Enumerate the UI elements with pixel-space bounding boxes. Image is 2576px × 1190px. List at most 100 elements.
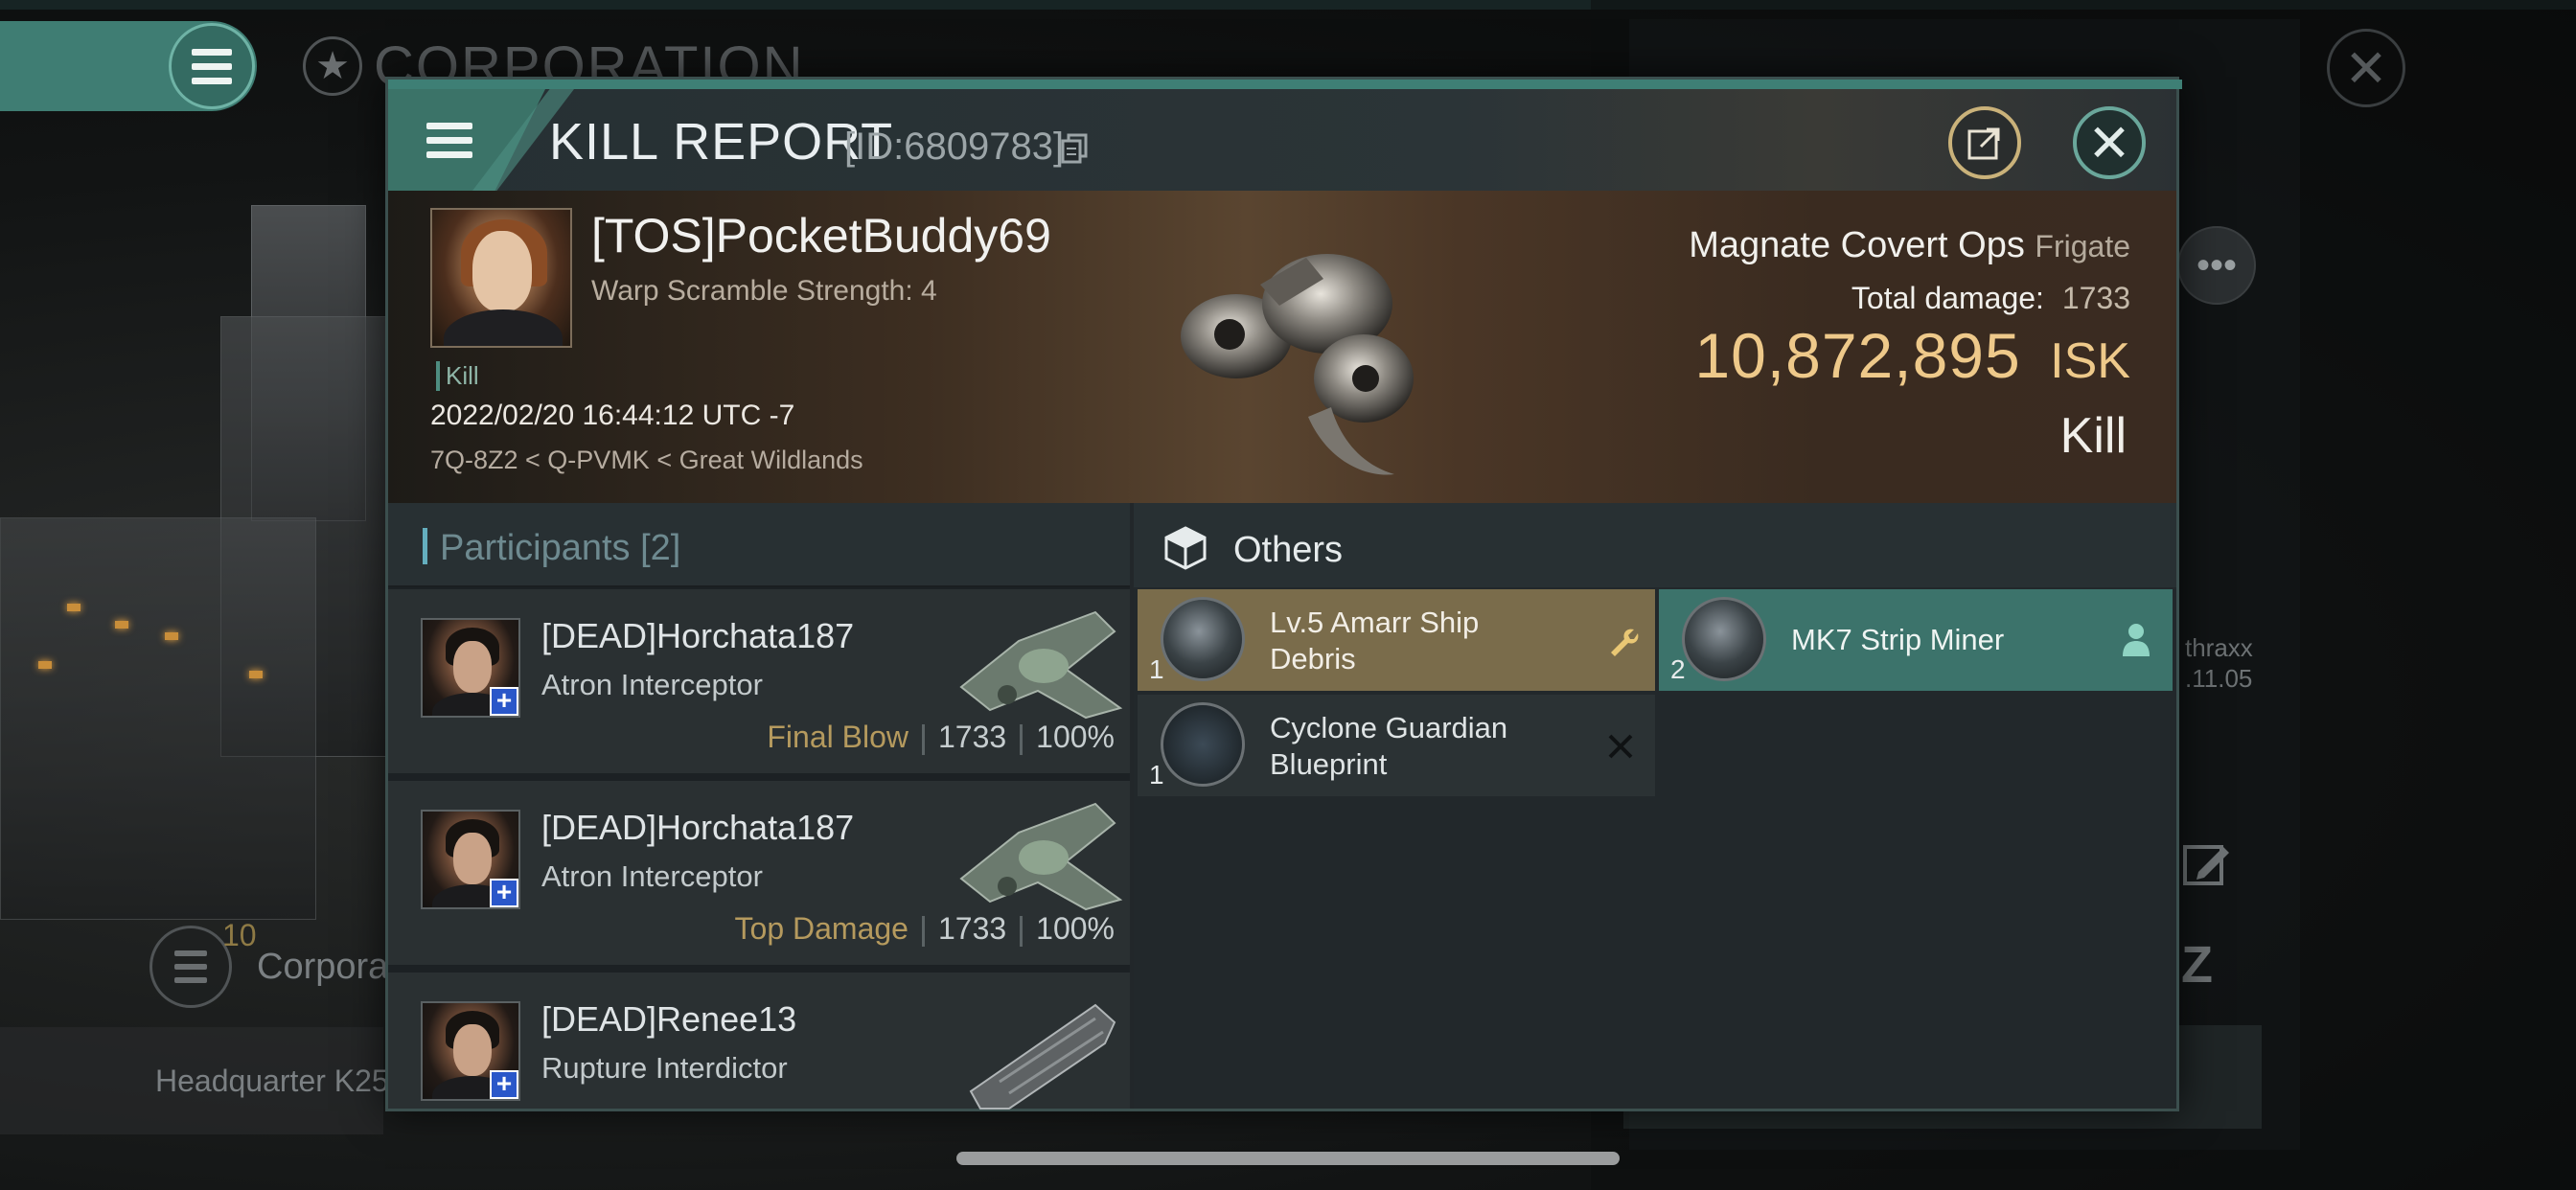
bg-edit-icon[interactable] <box>2181 839 2231 889</box>
participant-ship: Atron Interceptor <box>541 668 763 701</box>
victim-avatar[interactable] <box>430 208 572 348</box>
bg-corp-label: Corpora <box>257 947 389 987</box>
bg-close-icon[interactable]: ✕ <box>2327 29 2405 107</box>
participant-row[interactable]: + [DEAD]Horchata187 Atron Interceptor Fi… <box>388 589 1130 777</box>
close-icon: ✕ <box>2087 114 2131 172</box>
kill-report-modal: KILL REPORT [ID:6809783] ✕ [TOS]PocketBu… <box>385 77 2182 1111</box>
bg-more-options-icon[interactable]: ••• <box>2177 226 2256 305</box>
ship-class: Frigate <box>2035 229 2130 263</box>
item-label-line2: Debris <box>1270 642 1356 675</box>
participant-ship: Atron Interceptor <box>541 859 763 893</box>
participant-percent: 100% <box>1036 911 1115 946</box>
loot-item[interactable]: 1 Cyclone Guardian Blueprint <box>1138 695 1655 796</box>
participants-header[interactable]: Participants [2] <box>388 503 1130 587</box>
report-id: [ID:6809783] <box>844 126 1065 168</box>
participant-ship-image <box>969 1003 1116 1110</box>
participant-avatar[interactable]: + <box>421 1001 520 1101</box>
bg-light <box>38 661 52 669</box>
participant-stats: Final Blow 1733 100% <box>767 720 1115 755</box>
isk-unit: ISK <box>2050 333 2130 389</box>
warp-scramble-strength: Warp Scramble Strength: 4 <box>591 275 937 307</box>
participant-damage: 1733 <box>937 720 1007 754</box>
isk-value: 10,872,895 <box>1694 320 2021 391</box>
item-thumbnail <box>1682 597 1766 681</box>
loot-item[interactable]: 2 MK7 Strip Miner <box>1659 589 2173 691</box>
bg-side-date-text: .11.05 <box>2185 664 2253 693</box>
victim-name[interactable]: [TOS]PocketBuddy69 <box>591 208 1051 263</box>
participant-stats: Top Damage 1733 100% <box>735 911 1115 947</box>
bg-corp-menu-icon[interactable] <box>150 926 232 1008</box>
kill-location[interactable]: 7Q-8Z2 < Q-PVMK < Great Wildlands <box>430 446 863 475</box>
participant-name: [DEAD]Horchata187 <box>541 808 855 847</box>
others-panel: Others 1 Lv.5 Amarr Ship Debris 2 MK7 St… <box>1134 503 2176 1109</box>
participant-name: [DEAD]Renee13 <box>541 999 797 1039</box>
kill-datetime: 2022/02/20 16:44:12 UTC -7 <box>430 400 795 431</box>
bg-side-info: thraxx .11.05 <box>2185 632 2253 694</box>
participant-row[interactable]: + [DEAD]Horchata187 Atron Interceptor To… <box>388 781 1130 969</box>
total-damage-value: 1733 <box>2061 281 2130 315</box>
kill-tag: Kill <box>436 361 479 391</box>
participant-ship: Rupture Interdictor <box>541 1051 788 1085</box>
loot-item[interactable]: 1 Lv.5 Amarr Ship Debris <box>1138 589 1655 691</box>
bg-corp-badge-count: 10 <box>222 918 257 952</box>
item-thumbnail <box>1161 702 1245 787</box>
bg-hq-label: Headquarter K25 <box>155 1064 389 1098</box>
participant-ship-image <box>959 610 1123 720</box>
wrench-icon <box>1611 629 1639 656</box>
participant-avatar[interactable]: + <box>421 810 520 909</box>
item-quantity: 1 <box>1149 760 1164 790</box>
bg-station-hull <box>0 517 316 920</box>
close-button[interactable]: ✕ <box>2073 106 2146 179</box>
home-indicator[interactable] <box>956 1152 1620 1165</box>
modal-header: KILL REPORT [ID:6809783] ✕ <box>388 89 2176 191</box>
close-x-icon <box>1608 734 1633 759</box>
participants-panel: Participants [2] + [DEAD]Horchata187 Atr… <box>388 503 1130 1110</box>
modal-accent-line <box>388 80 2182 89</box>
share-button[interactable] <box>1948 106 2021 179</box>
others-title: Others <box>1233 530 1344 570</box>
item-label-line1: Lv.5 Amarr Ship <box>1270 606 1480 639</box>
item-label-line1: Cyclone Guardian <box>1270 711 1508 744</box>
bg-light <box>249 671 263 678</box>
result-label: Kill <box>2059 408 2127 464</box>
add-contact-icon[interactable]: + <box>490 879 518 907</box>
item-label: MK7 Strip Miner <box>1791 623 2005 656</box>
isk-value-row: 10,872,895 ISK <box>1694 319 2130 392</box>
others-header: Others <box>1134 503 2176 587</box>
bg-light <box>115 621 128 629</box>
final-blow-badge: Final Blow <box>767 720 908 754</box>
participant-percent: 100% <box>1036 720 1115 754</box>
participant-damage: 1733 <box>937 911 1007 946</box>
top-damage-badge: Top Damage <box>734 911 908 946</box>
participant-name: [DEAD]Horchata187 <box>541 616 855 655</box>
participant-ship-image <box>959 802 1123 911</box>
person-icon <box>2123 624 2150 656</box>
total-damage-row: Total damage: 1733 <box>1852 281 2130 316</box>
participants-title: Participants [2] <box>440 528 681 568</box>
item-label: Lv.5 Amarr Ship Debris <box>1270 605 1479 677</box>
ship-type-name: Magnate Covert Ops <box>1689 225 2025 265</box>
add-contact-icon[interactable]: + <box>490 1070 518 1099</box>
participant-row[interactable]: + [DEAD]Renee13 Rupture Interdictor <box>388 973 1130 1110</box>
participant-avatar[interactable]: + <box>421 618 520 718</box>
total-damage-label: Total damage: <box>1851 281 2044 315</box>
victim-ship-image[interactable] <box>1136 191 1452 503</box>
share-icon <box>1967 127 2000 160</box>
add-contact-icon[interactable]: + <box>490 687 518 716</box>
bg-side-name-text: thraxx <box>2185 633 2253 662</box>
item-quantity: 2 <box>1670 654 1686 684</box>
copy-icon[interactable] <box>1061 133 1088 164</box>
victim-ship-name[interactable]: Magnate Covert Ops Frigate <box>1689 225 2130 266</box>
corporation-star-icon: ★ <box>303 36 362 96</box>
page-title: KILL REPORT <box>549 113 894 171</box>
item-label-line2: Blueprint <box>1270 747 1388 781</box>
bg-light <box>67 604 80 611</box>
bg-hamburger-menu-icon[interactable] <box>169 23 255 109</box>
item-quantity: 1 <box>1149 654 1164 684</box>
bg-light <box>165 632 178 640</box>
bg-sort-icon[interactable]: Z <box>2181 935 2213 995</box>
item-label: Cyclone Guardian Blueprint <box>1270 710 1507 783</box>
victim-section: [TOS]PocketBuddy69 Warp Scramble Strengt… <box>388 191 2176 503</box>
item-thumbnail <box>1161 597 1245 681</box>
box-icon <box>1164 526 1207 570</box>
